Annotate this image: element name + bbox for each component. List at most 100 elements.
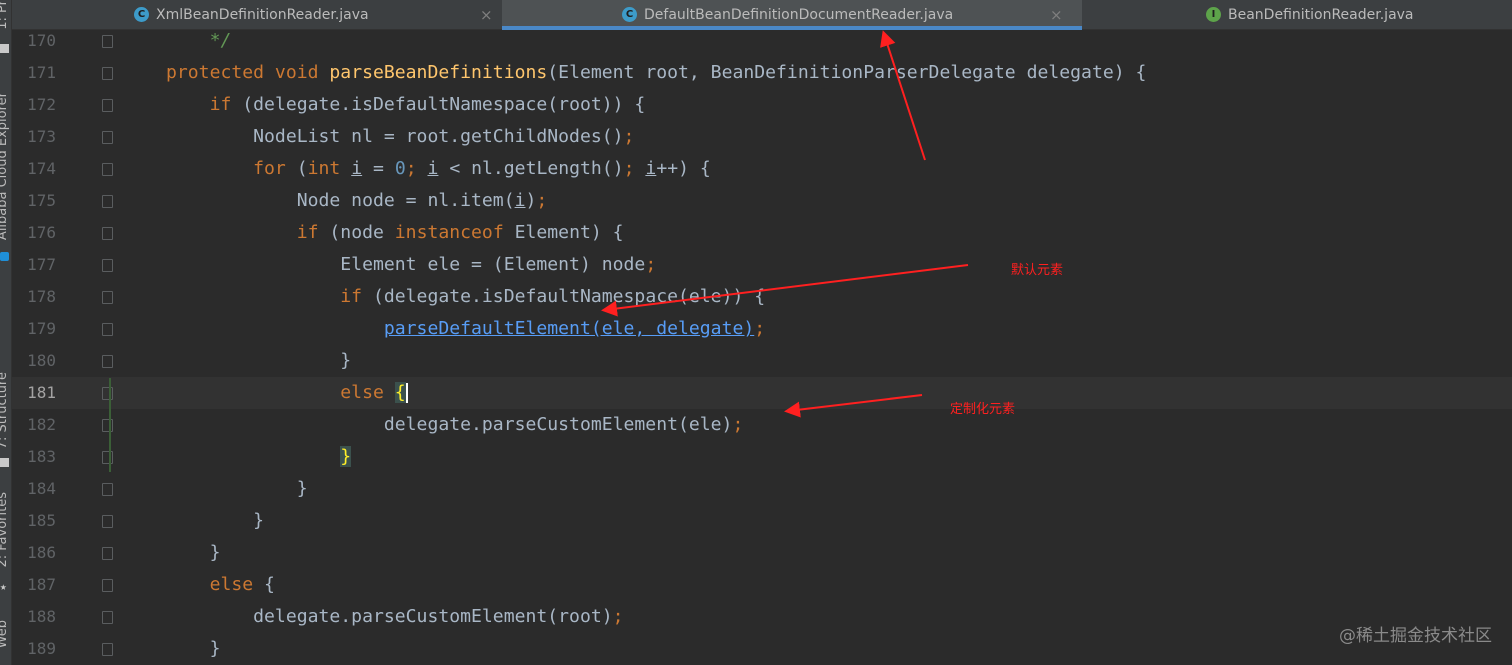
tool-window-strip: 1: Pr Alibaba Cloud Explorer 7: Structur… — [0, 0, 12, 665]
web-tool-tab[interactable]: Web — [0, 620, 10, 648]
structure-icon[interactable] — [0, 458, 9, 467]
line-number: 175 — [27, 191, 56, 210]
close-icon[interactable]: × — [480, 6, 493, 24]
code-line[interactable]: 175 Node node = nl.item(i); — [12, 185, 1512, 217]
code-text: delegate.parseCustomElement(ele); — [166, 409, 744, 441]
code-token: if — [166, 94, 243, 115]
code-text: else { — [166, 377, 408, 409]
line-number: 178 — [27, 287, 56, 306]
fold-marker-icon[interactable] — [102, 547, 113, 560]
code-line[interactable]: 179 parseDefaultElement(ele, delegate); — [12, 313, 1512, 345]
code-line[interactable]: 172 if (delegate.isDefaultNamespace(root… — [12, 89, 1512, 121]
project-icon[interactable] — [0, 44, 9, 53]
code-line[interactable]: 174 for (int i = 0; i < nl.getLength(); … — [12, 153, 1512, 185]
fold-marker-icon[interactable] — [102, 195, 113, 208]
code-token: instanceof — [394, 222, 515, 243]
fold-marker-icon[interactable] — [102, 131, 113, 144]
code-token: = — [362, 158, 395, 179]
code-line[interactable]: 173 NodeList nl = root.getChildNodes(); — [12, 121, 1512, 153]
watermark: @稀土掘金技术社区 — [1339, 626, 1492, 646]
code-token: delegate.parseCustomElement(ele) — [166, 414, 733, 435]
code-token: int — [307, 158, 352, 179]
code-token: Element) { — [514, 222, 624, 243]
code-editor[interactable]: 170 */ 171 protected void parseBeanDefinit… — [12, 30, 1512, 665]
code-token: i — [427, 158, 439, 179]
code-token: ; — [405, 158, 428, 179]
fold-marker-icon[interactable] — [102, 451, 113, 464]
code-text: } — [166, 345, 351, 377]
fold-marker-icon[interactable] — [102, 611, 113, 624]
project-tool-tab[interactable]: 1: Pr — [0, 0, 10, 30]
code-text: else { — [166, 569, 275, 601]
line-number: 179 — [27, 319, 56, 338]
code-token: parseBeanDefinitions — [329, 62, 548, 83]
fold-marker-icon[interactable] — [102, 259, 113, 272]
fold-marker-icon[interactable] — [102, 227, 113, 240]
favorites-tool-tab[interactable]: 2: Favorites — [0, 492, 10, 568]
alibaba-cloud-explorer-tab[interactable]: Alibaba Cloud Explorer — [0, 92, 10, 240]
annotation-default-elements: 默认元素 — [1011, 263, 1064, 278]
code-token: < nl.getLength() — [438, 158, 624, 179]
code-token: ; — [645, 254, 657, 275]
code-token: } — [166, 350, 352, 371]
code-text: */ — [166, 25, 232, 57]
code-token: i — [351, 158, 363, 179]
code-line[interactable]: 185 } — [12, 505, 1512, 537]
line-number: 185 — [27, 511, 56, 530]
code-text: if (delegate.isDefaultNamespace(root)) { — [166, 89, 646, 121]
code-token: } — [166, 542, 221, 563]
fold-marker-icon[interactable] — [102, 35, 113, 48]
code-line[interactable]: 182 delegate.parseCustomElement(ele); — [12, 409, 1512, 441]
fold-marker-icon[interactable] — [102, 291, 113, 304]
code-text: Element ele = (Element) node; — [166, 249, 656, 281]
fold-marker-icon[interactable] — [102, 483, 113, 496]
line-number: 180 — [27, 351, 56, 370]
code-line[interactable]: 184 } — [12, 473, 1512, 505]
code-line[interactable]: 180 } — [12, 345, 1512, 377]
line-number: 171 — [27, 63, 56, 82]
code-text: parseDefaultElement(ele, delegate); — [166, 313, 765, 345]
fold-marker-icon[interactable] — [102, 163, 113, 176]
code-text: delegate.parseCustomElement(root); — [166, 601, 623, 633]
fold-marker-icon[interactable] — [102, 579, 113, 592]
fold-marker-icon[interactable] — [102, 323, 113, 336]
code-line[interactable]: 170 */ — [12, 25, 1512, 57]
fold-marker-icon[interactable] — [102, 643, 113, 656]
code-token: NodeList nl = root.getChildNodes() — [166, 126, 624, 147]
code-line[interactable]: 171 protected void parseBeanDefinitions(E… — [12, 57, 1512, 89]
line-number: 172 — [27, 95, 56, 114]
fold-marker-icon[interactable] — [102, 419, 113, 432]
line-number: 177 — [27, 255, 56, 274]
line-number: 184 — [27, 479, 56, 498]
line-number: 173 — [27, 127, 56, 146]
code-line[interactable]: 178 if (delegate.isDefaultNamespace(ele)… — [12, 281, 1512, 313]
tab-label: XmlBeanDefinitionReader.java — [156, 6, 369, 23]
code-line[interactable]: 186 } — [12, 537, 1512, 569]
code-line[interactable]: 187 else { — [12, 569, 1512, 601]
fold-marker-icon[interactable] — [102, 515, 113, 528]
code-token: ; — [754, 318, 766, 339]
code-line[interactable]: 181 else { — [12, 377, 1512, 409]
alibaba-cloud-icon[interactable] — [0, 252, 9, 261]
line-number: 181 — [27, 383, 56, 402]
close-icon[interactable]: × — [1050, 6, 1063, 24]
code-line[interactable]: 189 } — [12, 633, 1512, 665]
line-number: 187 — [27, 575, 56, 594]
fold-marker-icon[interactable] — [102, 99, 113, 112]
code-line[interactable]: 183 } — [12, 441, 1512, 473]
code-line[interactable]: 176 if (node instanceof Element) { — [12, 217, 1512, 249]
star-icon[interactable]: ★ — [0, 581, 9, 592]
code-line[interactable]: 188 delegate.parseCustomElement(root); — [12, 601, 1512, 633]
code-token: ; — [623, 126, 635, 147]
text-caret — [405, 383, 408, 403]
fold-marker-icon[interactable] — [102, 387, 113, 400]
code-token: Element ele = (Element) node — [166, 254, 646, 275]
fold-marker-icon[interactable] — [102, 67, 113, 80]
structure-tool-tab[interactable]: 7: Structure — [0, 372, 10, 449]
code-token[interactable]: parseDefaultElement(ele, delegate) — [384, 318, 754, 339]
line-number: 183 — [27, 447, 56, 466]
code-line[interactable]: 177 Element ele = (Element) node; — [12, 249, 1512, 281]
fold-marker-icon[interactable] — [102, 355, 113, 368]
